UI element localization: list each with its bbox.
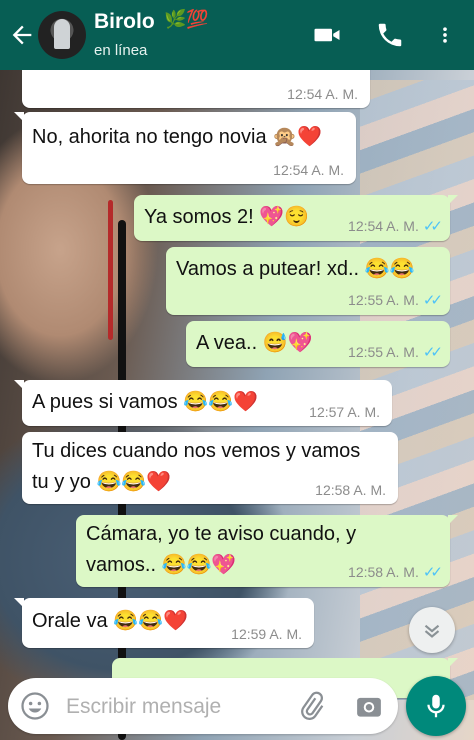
back-arrow-icon[interactable] xyxy=(8,20,36,50)
phone-icon[interactable] xyxy=(375,20,405,50)
contact-name-emoji: 🌿💯 xyxy=(164,9,209,29)
message-text: A pues si vamos 😂😂❤️ xyxy=(32,391,258,413)
chat-header: Birolo 🌿💯 en línea xyxy=(0,0,474,70)
chevron-down-icon xyxy=(424,624,440,638)
wallpaper-cable-red xyxy=(108,200,113,340)
message-outgoing[interactable]: Vamos a putear! xd.. 😂😂 12:55 A. M. ✓✓ xyxy=(166,247,450,315)
message-time: 12:54 A. M. xyxy=(287,86,358,102)
message-time: 12:55 A. M. ✓✓ xyxy=(348,292,443,309)
camera-icon[interactable] xyxy=(354,691,384,721)
message-incoming[interactable]: Tu dices cuando nos vemos y vamos tu y y… xyxy=(22,432,398,504)
message-text: Orale va 😂😂❤️ xyxy=(32,610,188,632)
message-incoming[interactable]: No, ahorita no tengo novia 🙊❤️ 12:54 A. … xyxy=(14,112,356,184)
emoji-icon[interactable] xyxy=(20,691,50,721)
message-incoming[interactable]: A pues si vamos 😂😂❤️ 12:57 A. M. xyxy=(14,380,392,426)
message-time: 12:58 A. M. xyxy=(315,482,386,498)
contact-status: en línea xyxy=(94,42,148,59)
message-text: Vamos a putear! xd.. 😂😂 xyxy=(176,258,415,280)
read-ticks-icon: ✓✓ xyxy=(422,564,443,581)
read-ticks-icon: ✓✓ xyxy=(422,218,443,235)
message-outgoing[interactable]: A vea.. 😅💖 12:55 A. M. ✓✓ xyxy=(186,321,450,367)
message-composer xyxy=(8,678,398,734)
message-time: 12:54 A. M. xyxy=(273,162,344,178)
message-time: 12:59 A. M. xyxy=(231,626,302,642)
message-time: 12:58 A. M. ✓✓ xyxy=(348,564,443,581)
message-time: 12:57 A. M. xyxy=(309,404,380,420)
avatar[interactable] xyxy=(38,11,86,59)
message-text: Ya somos 2! 💖😌 xyxy=(144,206,310,228)
message-time: 12:55 A. M. ✓✓ xyxy=(348,344,443,361)
scroll-to-bottom-button[interactable] xyxy=(409,607,455,653)
video-call-icon[interactable] xyxy=(312,20,342,50)
mic-button[interactable] xyxy=(406,676,466,736)
message-time: 12:54 A. M. ✓✓ xyxy=(348,218,443,235)
attach-icon[interactable] xyxy=(296,691,326,721)
contact-name[interactable]: Birolo xyxy=(94,10,155,34)
message-outgoing[interactable]: Cámara, yo te aviso cuando, y vamos.. 😂😂… xyxy=(76,515,458,587)
message-incoming[interactable]: Orale va 😂😂❤️ 12:59 A. M. xyxy=(14,598,314,648)
mic-icon xyxy=(427,694,445,718)
read-ticks-icon: ✓✓ xyxy=(422,292,443,309)
message-input[interactable] xyxy=(64,692,288,722)
message-outgoing[interactable]: Ya somos 2! 💖😌 12:54 A. M. ✓✓ xyxy=(134,195,458,241)
read-ticks-icon: ✓✓ xyxy=(422,344,443,361)
more-vert-icon[interactable] xyxy=(435,20,455,50)
message-text: A vea.. 😅💖 xyxy=(196,332,313,354)
message-text: No, ahorita no tengo novia 🙊❤️ xyxy=(32,126,322,148)
